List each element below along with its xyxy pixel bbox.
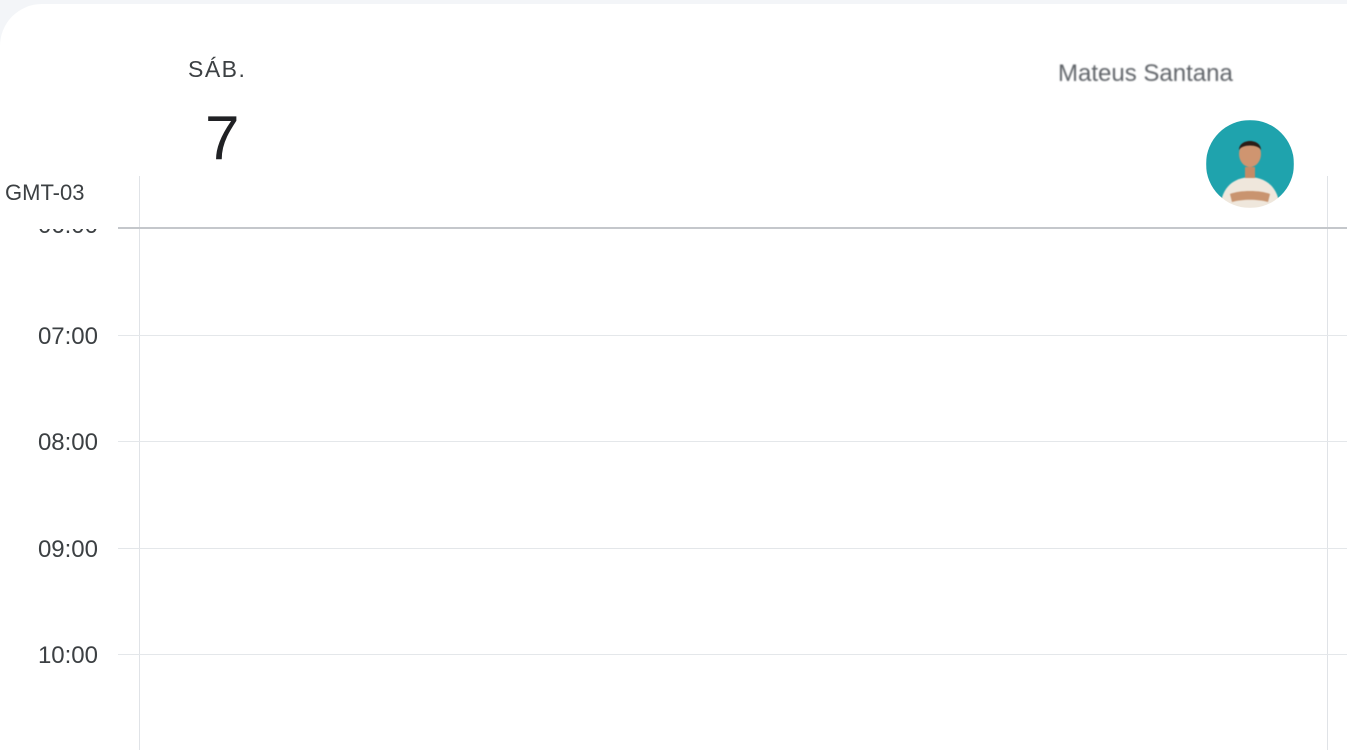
timezone-label: GMT-03 [5, 180, 85, 205]
hour-label: 06:00 [38, 229, 98, 240]
hour-label: 08:00 [37, 429, 98, 456]
day-number[interactable]: 7 [205, 108, 239, 170]
hour-line [118, 335, 1347, 336]
time-grid[interactable]: 06:00 07:00 08:00 09:00 10:00 [0, 229, 1347, 750]
user-avatar[interactable] [1206, 120, 1294, 208]
hour-line [118, 654, 1347, 655]
calendar-day-view: SÁB. 7 Mateus Santana GMT-03 06:00 07:00… [0, 0, 1347, 750]
person-name: Mateus Santana [1058, 60, 1233, 87]
hour-label: 07:00 [37, 323, 98, 350]
hour-label: 09:00 [37, 536, 98, 563]
day-name: SÁB. [188, 56, 247, 82]
hour-line [118, 441, 1347, 442]
hour-label: 10:00 [37, 642, 98, 669]
hour-line [118, 548, 1347, 549]
user-avatar-photo-icon [1206, 120, 1294, 208]
header-divider [118, 227, 1347, 229]
